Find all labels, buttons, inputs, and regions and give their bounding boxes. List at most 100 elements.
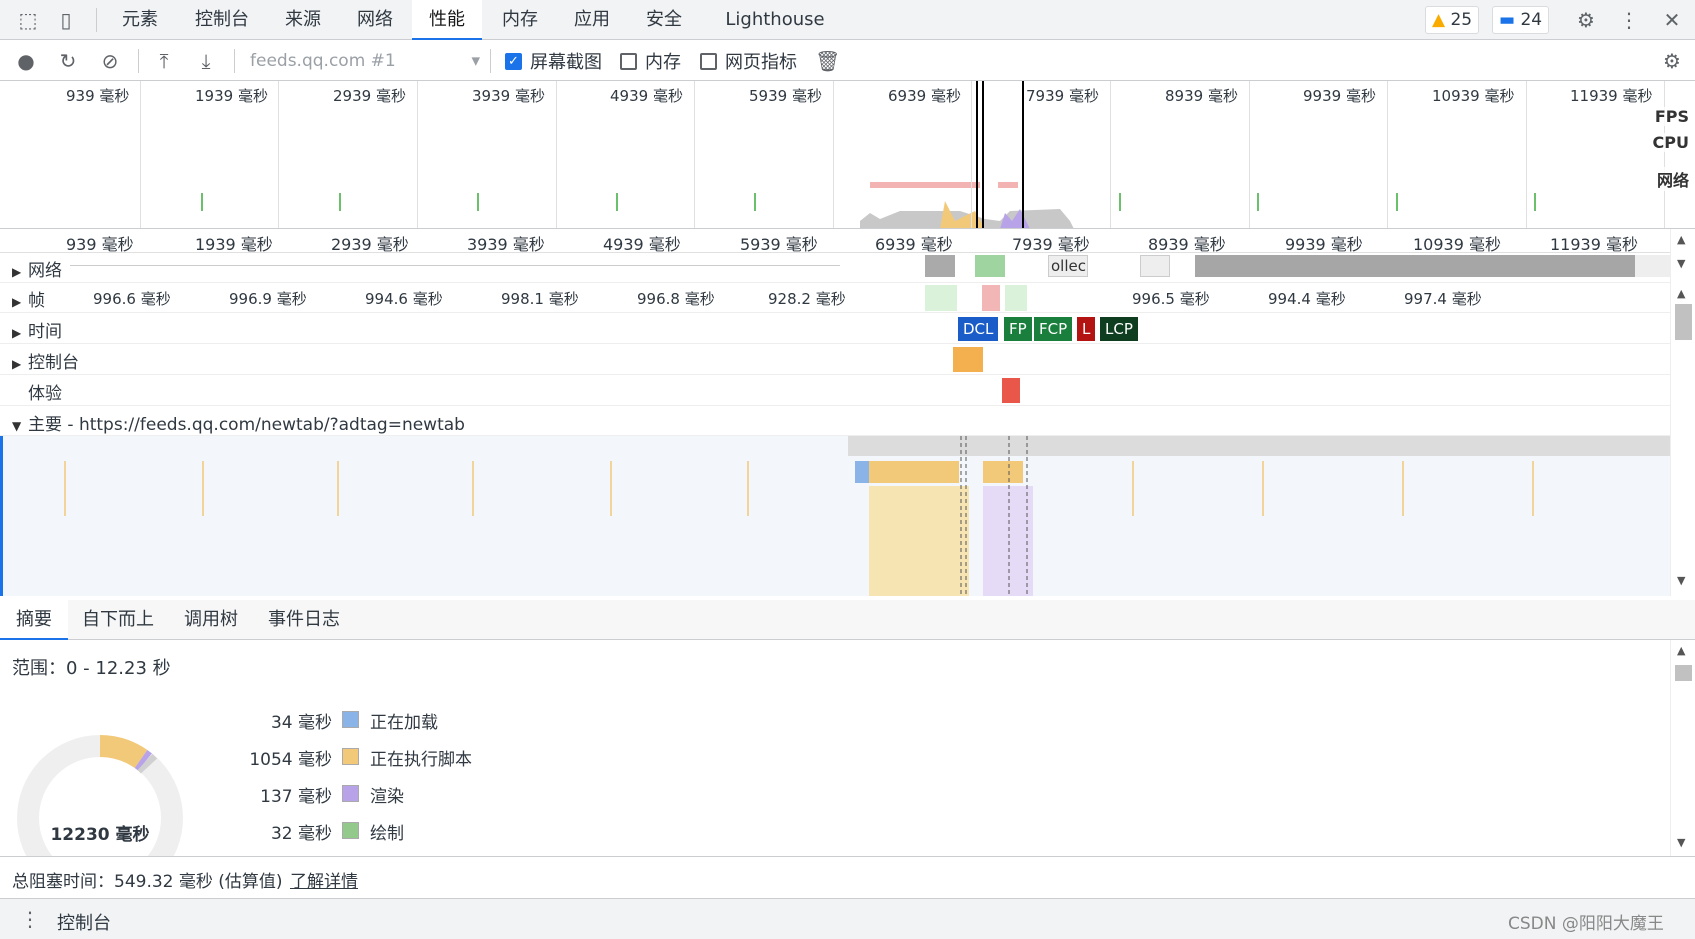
main-thread-flamechart[interactable]	[0, 436, 1670, 596]
tab-performance[interactable]: 性能	[412, 0, 482, 40]
experience-track[interactable]: 体验	[0, 375, 1670, 406]
frame-duration[interactable]: 997.4 毫秒	[1404, 288, 1482, 309]
settings-gear-icon[interactable]: ⚙	[1574, 8, 1598, 32]
trash-icon[interactable]: 🗑	[815, 49, 840, 73]
fp-marker[interactable]: FP	[1004, 317, 1032, 341]
frames-track-label[interactable]: ▶ 帧	[12, 286, 45, 311]
overview-tick: 5939 毫秒	[749, 87, 822, 105]
drawer-bar: ⋮ 控制台 CSDN @阳阳大魔王	[0, 898, 1695, 939]
drawer-menu-icon[interactable]: ⋮	[20, 907, 40, 931]
ruler-tick: 9939 毫秒	[1285, 235, 1363, 254]
timeline-overview[interactable]: 939 毫秒 1939 毫秒 2939 毫秒 3939 毫秒 4939 毫秒 5…	[0, 81, 1695, 229]
legend-value: 1054 毫秒	[249, 750, 332, 770]
scroll-up-icon[interactable]: ▲	[1677, 233, 1685, 246]
webvitals-checkbox[interactable]: 网页指标	[700, 51, 797, 73]
tab-network[interactable]: 网络	[345, 0, 405, 40]
scroll-thumb[interactable]	[1675, 304, 1692, 340]
frame-duration[interactable]: 994.6 毫秒	[365, 288, 443, 309]
overview-tick: 10939 毫秒	[1432, 87, 1515, 105]
network-track-label[interactable]: ▶ 网络	[12, 256, 62, 281]
console-track-label[interactable]: ▶ 控制台	[12, 348, 79, 373]
messages-badge[interactable]: ▬ 24	[1492, 6, 1550, 34]
scroll-up-icon[interactable]: ▲	[1677, 644, 1685, 657]
memory-checkbox[interactable]: 内存	[620, 51, 681, 73]
network-track[interactable]: ▶ 网络 ollec	[0, 253, 1670, 283]
upload-profile-icon[interactable]: ⤒	[152, 49, 176, 73]
frame-duration[interactable]: 996.6 毫秒	[93, 288, 171, 309]
frames-track[interactable]: ▶ 帧 996.6 毫秒 996.9 毫秒 994.6 毫秒 998.1 毫秒 9…	[0, 283, 1670, 313]
capture-settings-gear-icon[interactable]: ⚙	[1660, 49, 1684, 73]
overview-tick: 6939 毫秒	[888, 87, 961, 105]
frame-duration[interactable]: 928.2 毫秒	[768, 288, 846, 309]
scroll-down-icon[interactable]: ▼	[1677, 836, 1685, 849]
scroll-thumb[interactable]	[1675, 665, 1692, 681]
more-menu-icon[interactable]: ⋮	[1617, 8, 1641, 32]
tracks-scrollbar[interactable]: ▲ ▼ ▲ ▼	[1670, 229, 1695, 596]
legend-item-rendering: 137 毫秒 渲染	[0, 782, 500, 807]
timings-track[interactable]: ▶ 时间 DCL FP FCP L LCP	[0, 313, 1670, 344]
main-thread-track-header[interactable]: ▼ 主要 - https://feeds.qq.com/newtab/?adtag…	[0, 406, 1670, 436]
overview-tick: 939 毫秒	[66, 87, 130, 105]
fcp-marker[interactable]: FCP	[1034, 317, 1073, 341]
warnings-badge[interactable]: ▲ 25	[1425, 6, 1480, 34]
clear-icon[interactable]: ⊘	[98, 49, 122, 73]
frame-duration[interactable]: 994.4 毫秒	[1268, 288, 1346, 309]
overview-tick: 9939 毫秒	[1303, 87, 1376, 105]
screenshots-checkbox[interactable]: ✓ 屏幕截图	[505, 51, 602, 73]
tab-security[interactable]: 安全	[634, 0, 694, 40]
tab-summary[interactable]: 摘要	[0, 600, 68, 640]
scroll-down-icon[interactable]: ▼	[1677, 257, 1685, 270]
frame-duration[interactable]: 996.5 毫秒	[1132, 288, 1210, 309]
learn-more-link[interactable]: 了解详情	[290, 867, 358, 892]
frame-duration[interactable]: 996.8 毫秒	[637, 288, 715, 309]
tab-console[interactable]: 控制台	[182, 0, 262, 40]
tab-lighthouse[interactable]: Lighthouse	[720, 0, 830, 40]
tab-elements[interactable]: 元素	[110, 0, 170, 40]
drawer-tab-console[interactable]: 控制台	[57, 909, 111, 935]
divider	[234, 49, 235, 73]
screenshots-label: 屏幕截图	[530, 52, 602, 73]
tab-call-tree[interactable]: 调用树	[184, 600, 238, 640]
console-track[interactable]: ▶ 控制台	[0, 344, 1670, 375]
lcp-marker[interactable]: LCP	[1100, 317, 1138, 341]
legend-item-loading: 34 毫秒 正在加载	[0, 708, 500, 733]
tab-application[interactable]: 应用	[562, 0, 622, 40]
ruler-tick: 4939 毫秒	[603, 235, 681, 254]
close-icon[interactable]: ✕	[1660, 8, 1684, 32]
message-icon: ▬	[1499, 10, 1516, 30]
scroll-down-icon[interactable]: ▼	[1677, 574, 1685, 587]
overview-tick: 7939 毫秒	[1026, 87, 1099, 105]
timings-track-label[interactable]: ▶ 时间	[12, 317, 62, 342]
inspect-element-icon[interactable]: ⬚	[16, 8, 40, 32]
ruler-tick: 3939 毫秒	[467, 235, 545, 254]
load-marker[interactable]: L	[1077, 317, 1096, 341]
scroll-up-icon[interactable]: ▲	[1677, 287, 1685, 300]
tab-sources[interactable]: 来源	[273, 0, 333, 40]
device-toolbar-icon[interactable]: ▯	[54, 8, 78, 32]
network-request-label[interactable]: ollec	[1048, 255, 1088, 277]
tab-bottom-up[interactable]: 自下而上	[82, 600, 154, 640]
total-blocking-time: 总阻塞时间：549.32 毫秒 (估算值)	[12, 872, 283, 892]
legend-name: 正在执行脚本	[370, 750, 472, 770]
memory-label: 内存	[645, 52, 681, 73]
frame-duration[interactable]: 996.9 毫秒	[229, 288, 307, 309]
tab-event-log[interactable]: 事件日志	[268, 600, 340, 640]
chevron-down-icon: ▾	[471, 51, 480, 71]
tab-memory[interactable]: 内存	[490, 0, 550, 40]
recording-select[interactable]: feeds.qq.com #1 ▾	[250, 49, 480, 73]
frame-duration[interactable]: 998.1 毫秒	[501, 288, 579, 309]
reload-record-icon[interactable]: ↻	[56, 49, 80, 73]
divider	[96, 8, 97, 32]
legend-value: 32 毫秒	[270, 824, 332, 844]
main-thread-label[interactable]: ▼ 主要 - https://feeds.qq.com/newtab/?adtag…	[12, 410, 465, 435]
dcl-marker[interactable]: DCL	[958, 317, 999, 341]
expand-arrow-icon: ▶	[12, 357, 22, 371]
ruler-tick: 11939 毫秒	[1550, 235, 1638, 254]
ruler-tick: 7939 毫秒	[1012, 235, 1090, 254]
record-icon[interactable]: ●	[14, 49, 38, 73]
performance-toolbar: ● ↻ ⊘ ⤒ ⤓ feeds.qq.com #1 ▾ ✓ 屏幕截图 内存 网页…	[0, 41, 1695, 81]
expand-arrow-icon: ▶	[12, 295, 22, 309]
collapse-arrow-icon: ▼	[12, 419, 22, 433]
download-profile-icon[interactable]: ⤓	[194, 49, 218, 73]
experience-track-label[interactable]: 体验	[28, 379, 62, 404]
